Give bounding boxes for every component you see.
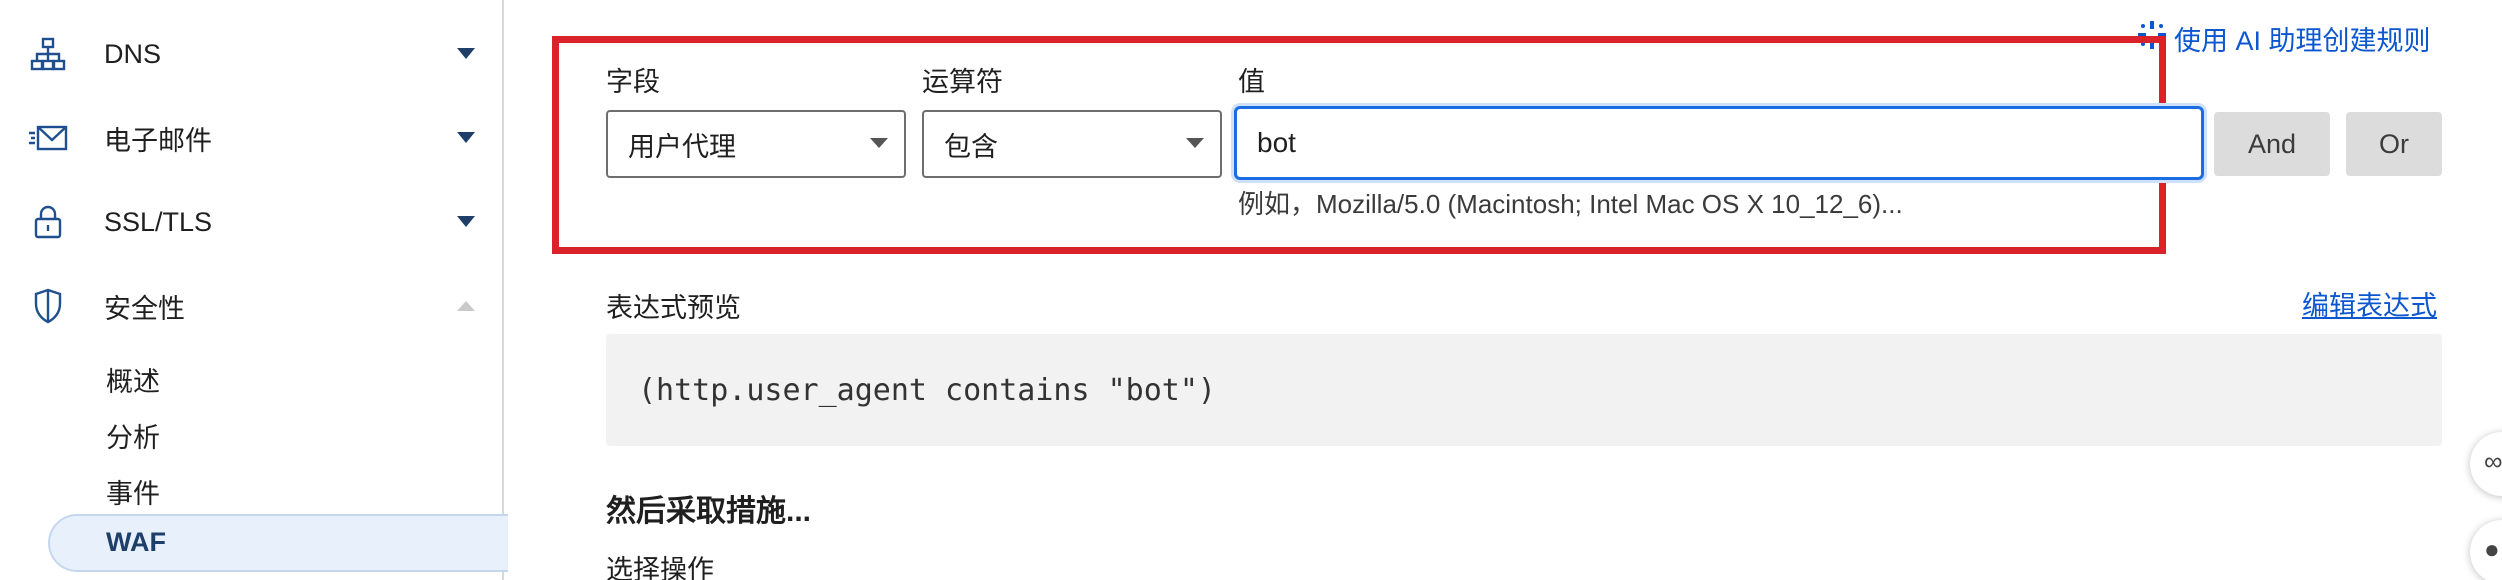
chevron-down-icon[interactable] [455,127,477,149]
expression-preview-label: 表达式预览 [606,293,741,323]
ai-assist-label: 使用 AI 助理创建规则 [2174,25,2431,56]
shield-icon [26,284,70,328]
operator-select[interactable]: 包含 [922,110,1222,178]
value-hint: 例如，Mozilla/5.0 (Macintosh; Intel Mac OS … [1238,189,1903,219]
floating-chat-button[interactable]: ● [2470,520,2502,580]
sidebar-item-ssl-tls[interactable]: SSL/TLS [0,192,504,252]
field-select[interactable]: 用户代理 [606,110,906,178]
sidebar: DNS 电子邮件 SSL/TLS 安全性 概述 分析 事件 WAF [0,0,508,580]
expression-preview: (http.user_agent contains "bot") [606,334,2442,446]
sidebar-item-label: 电子邮件 [104,125,212,156]
field-select-value: 用户代理 [628,131,736,162]
sidebar-item-security[interactable]: 安全性 [0,276,504,336]
chevron-down-icon [870,138,888,148]
ai-assist-link[interactable]: 使用 AI 助理创建规则 [2138,20,2431,56]
value-label: 值 [1238,67,1265,97]
value-input[interactable] [1234,106,2204,180]
choose-action-label: 选择操作 [606,555,714,580]
and-button[interactable]: And [2214,112,2330,176]
field-label: 字段 [606,67,660,97]
sidebar-subitem-overview[interactable]: 概述 [106,360,160,399]
email-icon [26,116,70,160]
sidebar-item-email[interactable]: 电子邮件 [0,108,504,168]
operator-select-value: 包含 [944,131,998,162]
network-icon [26,32,70,76]
sidebar-item-label: SSL/TLS [104,206,213,237]
sidebar-item-label: DNS [104,38,162,69]
chevron-down-icon [1186,138,1204,148]
sidebar-subitem-events[interactable]: 事件 [106,472,160,511]
sidebar-subitem-analytics[interactable]: 分析 [106,416,160,455]
sidebar-subitem-waf-label: WAF [106,527,166,557]
lock-icon [26,200,70,244]
or-button[interactable]: Or [2346,112,2442,176]
edit-expression-link[interactable]: 编辑表达式 [2302,284,2437,323]
floating-widget-button[interactable]: ∞ [2470,432,2502,496]
sidebar-item-label: 安全性 [104,293,185,324]
chevron-down-icon[interactable] [455,43,477,65]
chevron-up-icon[interactable] [455,295,477,317]
link-icon: ∞ [2484,446,2502,476]
expression-code: (http.user_agent contains "bot") [638,372,1216,408]
app-root: DNS 电子邮件 SSL/TLS 安全性 概述 分析 事件 WAF 使用 AI … [0,0,2502,580]
action-section-title: 然后采取措施... [606,495,812,528]
operator-label: 运算符 [922,67,1003,97]
chevron-down-icon[interactable] [455,211,477,233]
sidebar-item-dns[interactable]: DNS [0,24,504,84]
chat-icon: ● [2484,534,2500,564]
